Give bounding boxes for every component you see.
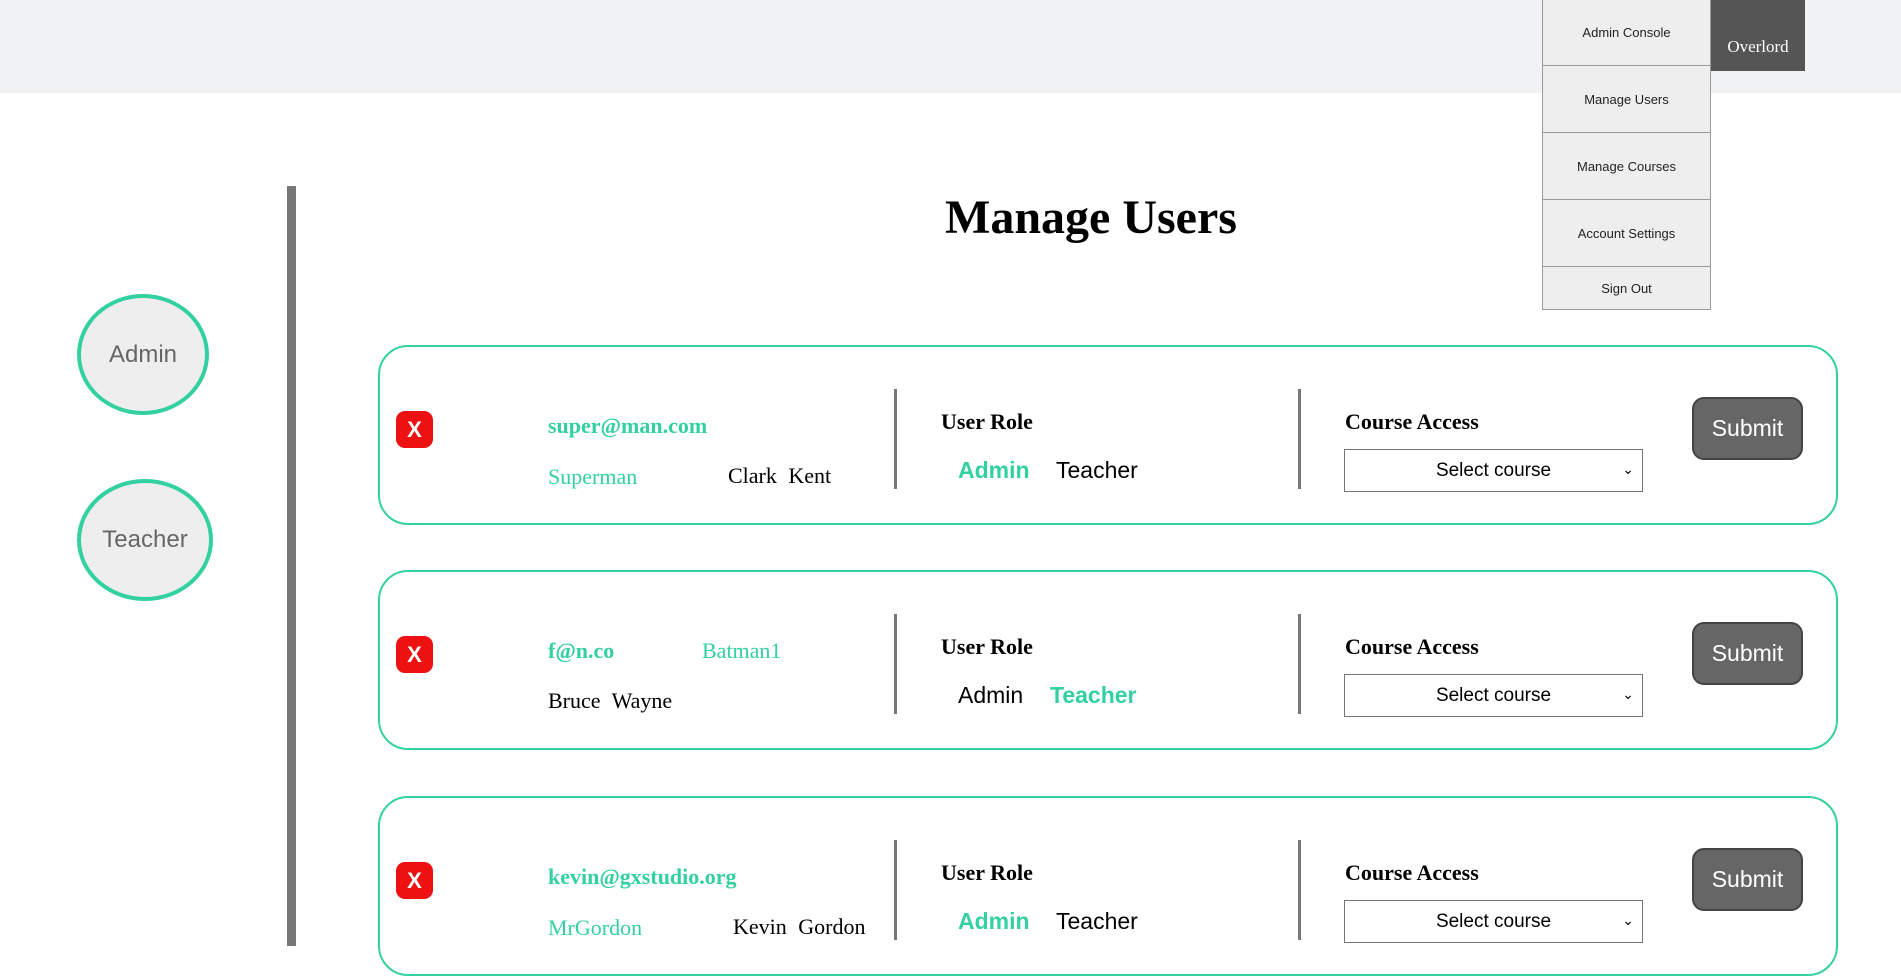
delete-user-button[interactable]: X (396, 411, 433, 448)
submit-button[interactable]: Submit (1692, 622, 1803, 685)
course-access-label: Course Access (1345, 634, 1479, 659)
role-filter-teacher[interactable]: Teacher (77, 479, 213, 601)
user-email: kevin@gxstudio.org (548, 864, 737, 889)
section-divider (894, 840, 897, 940)
user-username: MrGordon (548, 915, 643, 940)
menu-item-manage-users[interactable]: Manage Users (1542, 66, 1711, 133)
role-option-admin[interactable]: Admin (958, 682, 1023, 709)
course-select-value: Select course (1435, 684, 1552, 706)
user-username: Superman (548, 464, 638, 489)
role-option-teacher[interactable]: Teacher (1056, 457, 1138, 484)
delete-user-button[interactable]: X (396, 636, 433, 673)
chevron-down-icon: ⌄ (1622, 461, 1634, 477)
chevron-down-icon: ⌄ (1622, 912, 1634, 928)
user-email: super@man.com (548, 413, 708, 438)
user-role-label: User Role (941, 860, 1033, 885)
course-access-label: Course Access (1345, 860, 1479, 885)
chevron-down-icon: ⌄ (1622, 686, 1634, 702)
section-divider (894, 389, 897, 489)
delete-user-button[interactable]: X (396, 862, 433, 899)
user-email: f@n.co (548, 638, 615, 663)
submit-button[interactable]: Submit (1692, 848, 1803, 911)
role-option-admin[interactable]: Admin (958, 908, 1030, 935)
page-title: Manage Users (945, 191, 1237, 244)
course-select[interactable]: Select course ⌄ (1344, 449, 1643, 492)
user-card: X f@n.co Batman1 Bruce Wayne User Role A… (378, 570, 1838, 750)
submit-button[interactable]: Submit (1692, 397, 1803, 460)
sidebar-divider (287, 186, 296, 946)
user-full-name: Clark Kent (728, 463, 832, 488)
menu-item-admin-console[interactable]: Admin Console (1542, 0, 1711, 66)
user-full-name: Kevin Gordon (733, 914, 866, 939)
user-role-label: User Role (941, 634, 1033, 659)
user-full-name: Bruce Wayne (548, 688, 673, 713)
user-menu-button[interactable]: Overlord (1711, 0, 1805, 71)
course-select[interactable]: Select course ⌄ (1344, 674, 1643, 717)
course-access-label: Course Access (1345, 409, 1479, 434)
section-divider (1298, 840, 1301, 940)
user-username: Batman1 (702, 638, 782, 663)
course-select-value: Select course (1435, 459, 1552, 481)
user-card: X kevin@gxstudio.org MrGordon Kevin Gord… (378, 796, 1838, 976)
role-option-teacher[interactable]: Teacher (1050, 682, 1137, 709)
user-card: X super@man.com Superman Clark Kent User… (378, 345, 1838, 525)
section-divider (1298, 389, 1301, 489)
role-option-admin[interactable]: Admin (958, 457, 1030, 484)
course-select[interactable]: Select course ⌄ (1344, 900, 1643, 943)
role-filter-admin[interactable]: Admin (77, 294, 209, 415)
section-divider (894, 614, 897, 714)
menu-item-sign-out[interactable]: Sign Out (1542, 267, 1711, 310)
role-option-teacher[interactable]: Teacher (1056, 908, 1138, 935)
section-divider (1298, 614, 1301, 714)
course-select-value: Select course (1435, 910, 1552, 932)
user-role-label: User Role (941, 409, 1033, 434)
user-dropdown-menu: Admin Console Manage Users Manage Course… (1542, 0, 1711, 310)
